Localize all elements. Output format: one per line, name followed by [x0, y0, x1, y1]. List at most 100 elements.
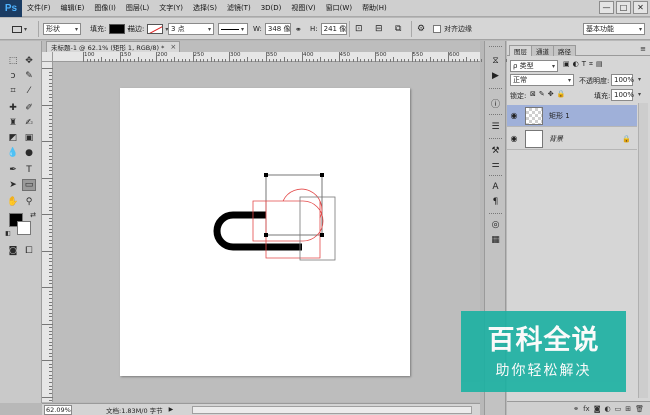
quick-select-tool-icon[interactable]: ✎	[22, 70, 36, 82]
rectangle-tool-icon[interactable]: ▭	[22, 179, 36, 191]
dock-grip[interactable]	[489, 213, 502, 216]
type-tool-icon[interactable]: T	[22, 164, 36, 176]
layer-mask-icon[interactable]: ◙	[594, 405, 601, 413]
character-panel-icon[interactable]: A	[489, 181, 502, 193]
crop-tool-icon[interactable]: ⌗	[6, 85, 20, 97]
gear-icon[interactable]: ⚙	[417, 22, 425, 36]
stroke-color-swatch[interactable]	[147, 24, 164, 34]
menu-view[interactable]: 视图(V)	[286, 3, 320, 13]
tab-paths[interactable]: 路径	[553, 45, 576, 56]
tab-channels[interactable]: 通道	[531, 45, 554, 56]
work-area[interactable]	[53, 62, 480, 402]
document-canvas[interactable]	[120, 88, 410, 376]
stroke-type-select[interactable]: ▾	[218, 23, 248, 35]
ruler-origin[interactable]	[42, 52, 53, 62]
marquee-tool-icon[interactable]: ⬚	[6, 55, 20, 67]
menu-select[interactable]: 选择(S)	[188, 3, 222, 13]
paragraph-panel-icon[interactable]: ¶	[489, 196, 502, 208]
path-alignment-icon[interactable]: ⊟	[375, 22, 383, 36]
screen-mode-icon[interactable]: ⧠	[22, 245, 36, 257]
zoom-tool-icon[interactable]: ⚲	[22, 196, 36, 208]
tool-preset-picker[interactable]: ▾	[12, 22, 27, 36]
adjustments-panel-icon[interactable]: ⚌	[489, 159, 502, 171]
brush-tool-icon[interactable]: ✐	[22, 102, 36, 114]
brush-panel-icon[interactable]: ⚒	[489, 145, 502, 157]
horizontal-scrollbar[interactable]	[192, 406, 472, 414]
align-edges-checkbox[interactable]: 对齐边缘	[433, 22, 472, 36]
menu-type[interactable]: 文字(Y)	[154, 3, 188, 13]
layer-filter-select[interactable]: ρ 类型 ▾	[510, 60, 558, 72]
dock-grip[interactable]	[489, 175, 502, 178]
trash-icon[interactable]: 🗑	[635, 405, 644, 413]
layer-row-background[interactable]: ◉ 背景 🔒	[507, 128, 637, 150]
close-button[interactable]: ✕	[633, 1, 648, 14]
lasso-tool-icon[interactable]: ↄ	[6, 70, 20, 82]
dock-grip[interactable]	[489, 114, 502, 117]
eyedropper-tool-icon[interactable]: ⁄	[22, 85, 36, 97]
layer-style-icon[interactable]: fx	[583, 405, 590, 413]
new-layer-icon[interactable]: ⊞	[625, 405, 631, 413]
pen-tool-icon[interactable]: ✒	[6, 164, 20, 176]
dodge-tool-icon[interactable]: ●	[22, 147, 36, 159]
opacity-field[interactable]: 100%	[611, 74, 634, 86]
status-menu-arrow[interactable]: ▶	[169, 406, 174, 413]
background-color-swatch[interactable]	[17, 221, 31, 235]
path-operations-icon[interactable]: ⊡	[355, 22, 363, 36]
tab-layers[interactable]: 图层	[509, 45, 532, 56]
menu-window[interactable]: 窗口(W)	[321, 3, 357, 13]
chevron-down-icon[interactable]: ▾	[638, 76, 641, 83]
panel-menu-icon[interactable]: ≡	[640, 45, 646, 53]
transform-handle[interactable]	[264, 173, 268, 177]
eye-icon[interactable]: ◉	[507, 111, 521, 120]
menu-image[interactable]: 图像(I)	[89, 3, 121, 13]
history-panel-icon[interactable]: ⧖	[489, 55, 502, 67]
horizontal-ruler[interactable]: 100150200250300350400450500550600650	[53, 52, 519, 62]
history-brush-tool-icon[interactable]: ✍	[22, 117, 36, 129]
adjustment-layer-icon[interactable]: ◐	[605, 405, 611, 413]
healing-brush-tool-icon[interactable]: ✚	[6, 102, 20, 114]
transform-handle[interactable]	[264, 233, 268, 237]
eraser-tool-icon[interactable]: ◩	[6, 132, 20, 144]
swatches-panel-icon[interactable]: ▦	[489, 234, 502, 246]
properties-panel-icon[interactable]: ☰	[489, 121, 502, 133]
zoom-field[interactable]: 62.09%	[44, 404, 72, 415]
actions-panel-icon[interactable]: ▶	[489, 70, 502, 82]
layer-filter-icons[interactable]: ▣◐T⌗▤	[563, 60, 606, 69]
workspace-select[interactable]: 基本功能 ▾	[583, 23, 645, 35]
menu-layer[interactable]: 图层(L)	[121, 3, 154, 13]
default-colors-icon[interactable]: ◧	[4, 229, 12, 237]
eye-icon[interactable]: ◉	[507, 134, 521, 143]
maximize-button[interactable]: □	[616, 1, 631, 14]
minimize-button[interactable]: —	[599, 1, 614, 14]
close-icon[interactable]: ×	[170, 43, 176, 51]
layers-scrollbar[interactable]	[638, 103, 648, 398]
tool-mode-select[interactable]: 形状 ▾	[43, 23, 81, 35]
gradient-tool-icon[interactable]: ▣	[22, 132, 36, 144]
quick-mask-icon[interactable]: ◙	[6, 245, 20, 257]
dock-grip[interactable]	[489, 138, 502, 141]
fill-field[interactable]: 100%	[611, 89, 634, 101]
styles-panel-icon[interactable]: ◎	[489, 219, 502, 231]
link-layers-icon[interactable]: ⚭	[573, 405, 579, 413]
layer-row-rectangle[interactable]: ◉ 矩形 1	[507, 105, 637, 127]
stroke-size-field[interactable]: 3 点 ▾	[168, 23, 214, 35]
path-selection-tool-icon[interactable]: ➤	[6, 179, 20, 191]
transform-handle[interactable]	[320, 173, 324, 177]
info-panel-icon[interactable]: ⓘ	[489, 97, 502, 110]
height-field[interactable]: 241 像	[320, 23, 347, 35]
lock-icons[interactable]: ⊠✎✥🔒	[530, 90, 568, 98]
document-tab[interactable]: 未标题-1 @ 62.1% (矩形 1, RGB/8) * ×	[46, 41, 180, 52]
blend-mode-select[interactable]: 正常 ▾	[510, 74, 574, 86]
clone-stamp-tool-icon[interactable]: ♜	[6, 117, 20, 129]
move-tool-icon[interactable]: ✥	[22, 55, 36, 67]
width-field[interactable]: 348 像	[264, 23, 291, 35]
hand-tool-icon[interactable]: ✋	[6, 196, 20, 208]
menu-3d[interactable]: 3D(D)	[256, 4, 287, 12]
swap-colors-icon[interactable]: ⇄	[28, 211, 38, 219]
blur-tool-icon[interactable]: 💧	[6, 147, 20, 159]
menu-help[interactable]: 帮助(H)	[357, 3, 392, 13]
menu-file[interactable]: 文件(F)	[22, 3, 56, 13]
menu-filter[interactable]: 滤镜(T)	[222, 3, 256, 13]
new-group-icon[interactable]: ▭	[615, 405, 622, 413]
transform-handle[interactable]	[320, 233, 324, 237]
